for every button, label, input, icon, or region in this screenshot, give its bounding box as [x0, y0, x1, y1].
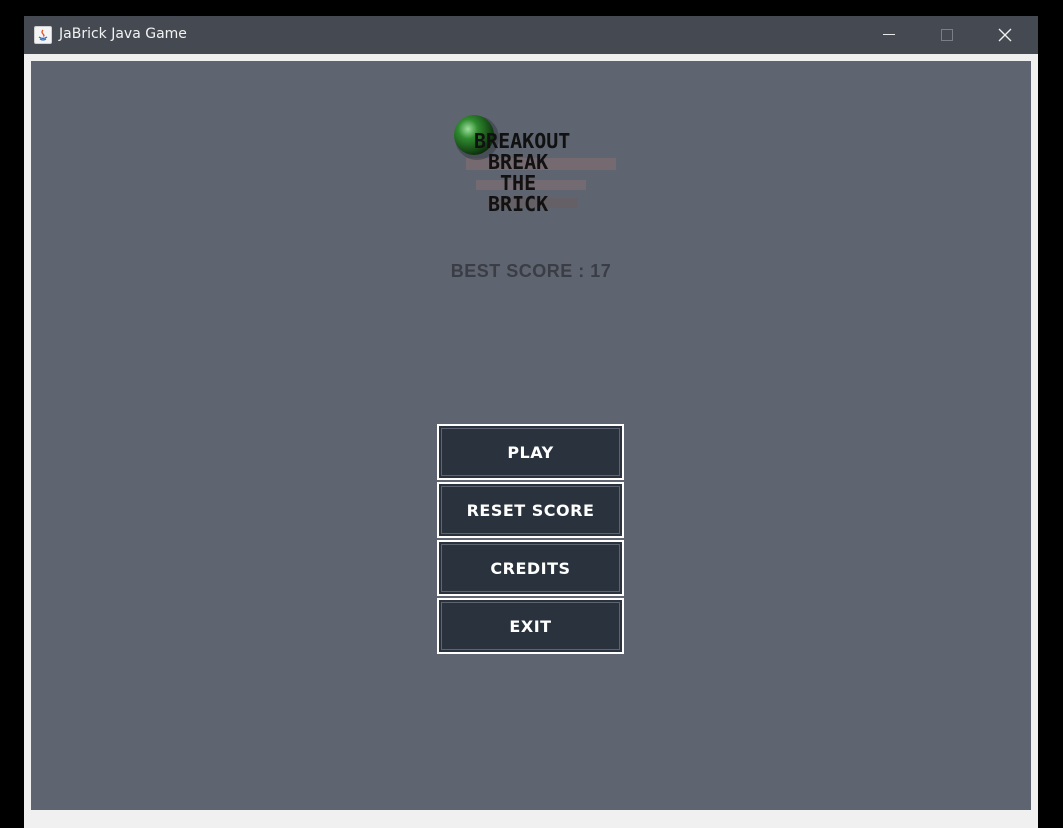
maximize-icon	[941, 29, 953, 41]
java-icon	[34, 26, 52, 44]
logo-line-4: BRICK	[488, 192, 548, 216]
window-frame: BREAKOUT BREAK THE BRICK BEST SCORE : 17…	[24, 54, 1038, 828]
play-button[interactable]: PLAY	[437, 424, 624, 480]
app-window: JaBrick Java Game BREAKOUT BREAK THE BRI…	[24, 16, 1038, 828]
minimize-button[interactable]	[860, 16, 918, 54]
maximize-button[interactable]	[918, 16, 976, 54]
credits-button[interactable]: CREDITS	[437, 540, 624, 596]
best-score-label: BEST SCORE : 17	[450, 261, 612, 281]
minimize-icon	[883, 34, 895, 35]
reset-score-button[interactable]: RESET SCORE	[437, 482, 624, 538]
credits-button-label: CREDITS	[439, 542, 622, 594]
reset-score-button-label: RESET SCORE	[439, 484, 622, 536]
window-title: JaBrick Java Game	[59, 26, 187, 42]
title-bar[interactable]: JaBrick Java Game	[24, 16, 1038, 54]
game-panel: BREAKOUT BREAK THE BRICK BEST SCORE : 17…	[31, 61, 1031, 810]
close-button[interactable]	[976, 16, 1034, 54]
main-menu: PLAY RESET SCORE CREDITS EXIT	[437, 424, 624, 656]
close-icon	[998, 28, 1012, 42]
breakout-logo: BREAKOUT BREAK THE BRICK	[454, 115, 616, 216]
exit-button-label: EXIT	[439, 600, 622, 652]
exit-button[interactable]: EXIT	[437, 598, 624, 654]
play-button-label: PLAY	[439, 426, 622, 478]
